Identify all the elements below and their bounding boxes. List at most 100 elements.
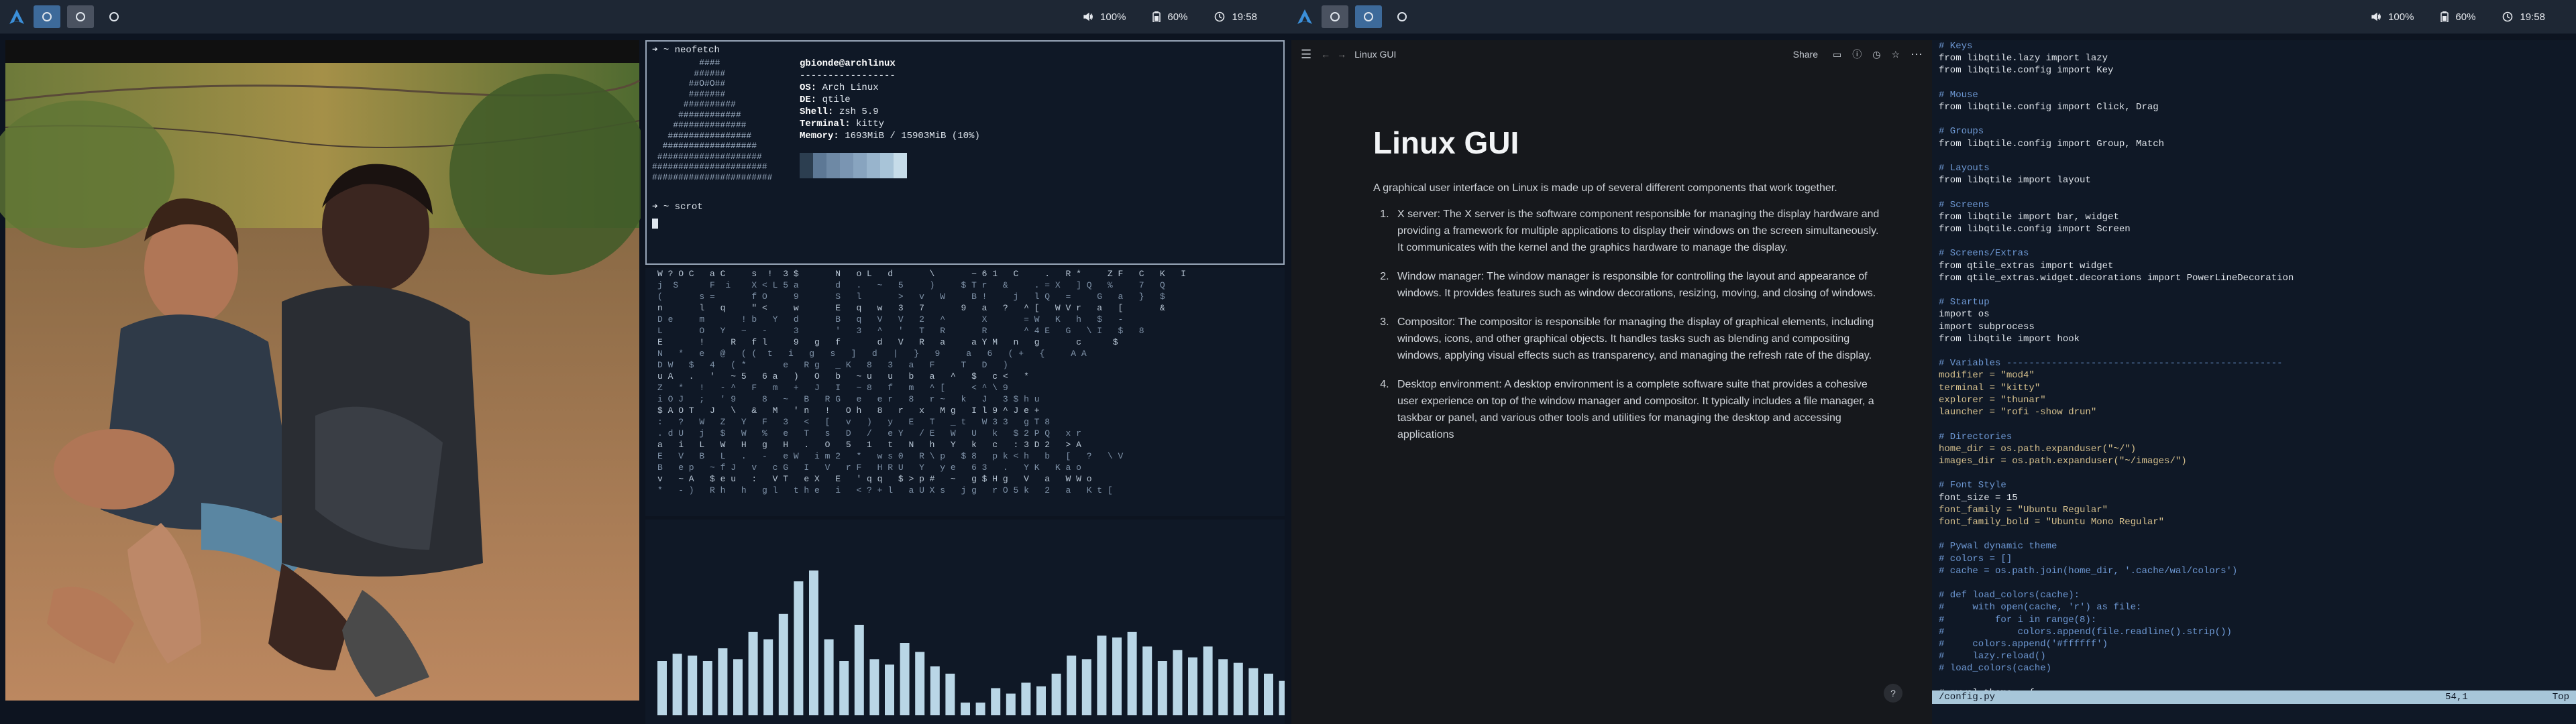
- workspace-1-button[interactable]: [34, 5, 60, 28]
- terminal-window-neofetch[interactable]: ➜ ~ neofetch #### ###### ##O#O## #######…: [645, 40, 1285, 265]
- terminal-window-visualizer[interactable]: [645, 520, 1285, 724]
- code-line[interactable]: # Startup: [1939, 296, 2569, 308]
- code-line[interactable]: [1939, 113, 2569, 125]
- workspace-3-button[interactable]: [1389, 5, 1415, 28]
- favorite-star-icon[interactable]: ☆: [1891, 49, 1900, 60]
- code-line[interactable]: images_dir = os.path.expanduser("~/image…: [1939, 455, 2569, 467]
- visualizer-bar: [809, 570, 818, 715]
- code-line[interactable]: # Groups: [1939, 125, 2569, 137]
- note-title[interactable]: Linux GUI: [1373, 125, 1882, 161]
- workspace-1-button[interactable]: [1322, 5, 1348, 28]
- forward-arrow-icon[interactable]: →: [1337, 49, 1346, 60]
- workspace-2-button[interactable]: [67, 5, 94, 28]
- code-line[interactable]: [1939, 235, 2569, 247]
- code-line[interactable]: [1939, 77, 2569, 89]
- code-line[interactable]: # load_colors(cache): [1939, 662, 2569, 674]
- code-line[interactable]: [1939, 418, 2569, 430]
- code-line[interactable]: # lazy.reload(): [1939, 650, 2569, 662]
- list-item[interactable]: Compositor: The compositor is responsibl…: [1392, 314, 1882, 364]
- code-line[interactable]: # Pywal dynamic theme: [1939, 540, 2569, 552]
- comment-icon[interactable]: ▭: [1833, 49, 1841, 60]
- terminal-window-cmatrix[interactable]: W ? O C a C s ! 3 $ N o L d \ ~ 6 1 C . …: [645, 268, 1285, 516]
- workspace-3-button[interactable]: [101, 5, 127, 28]
- code-line[interactable]: from libqtile import layout: [1939, 174, 2569, 186]
- code-line[interactable]: # for i in range(8):: [1939, 614, 2569, 626]
- code-line[interactable]: import os: [1939, 308, 2569, 320]
- code-line[interactable]: explorer = "thunar": [1939, 394, 2569, 406]
- code-line[interactable]: from libqtile import hook: [1939, 333, 2569, 345]
- code-line[interactable]: from libqtile.config import Click, Drag: [1939, 101, 2569, 113]
- list-item[interactable]: Desktop environment: A desktop environme…: [1392, 376, 1882, 443]
- code-line[interactable]: from qtile_extras import widget: [1939, 260, 2569, 272]
- help-button[interactable]: ?: [1884, 684, 1902, 703]
- code-line[interactable]: from libqtile.config import Key: [1939, 64, 2569, 76]
- code-line[interactable]: [1939, 675, 2569, 687]
- code-line[interactable]: font_family = "Ubuntu Regular": [1939, 504, 2569, 516]
- code-line[interactable]: home_dir = os.path.expanduser("~/"): [1939, 443, 2569, 455]
- code-line[interactable]: # Screens: [1939, 199, 2569, 211]
- battery-widget[interactable]: 60%: [2440, 11, 2475, 23]
- code-line[interactable]: [1939, 467, 2569, 479]
- code-line[interactable]: # Directories: [1939, 431, 2569, 443]
- code-line[interactable]: # Variables ----------------------------…: [1939, 357, 2569, 369]
- code-line[interactable]: # with open(cache, 'r') as file:: [1939, 601, 2569, 613]
- note-list: X server: The X server is the software c…: [1373, 206, 1882, 443]
- share-button[interactable]: Share: [1793, 49, 1818, 60]
- code-line[interactable]: # Mouse: [1939, 89, 2569, 101]
- code-line[interactable]: # colors.append('#ffffff'): [1939, 638, 2569, 650]
- code-line[interactable]: terminal = "kitty": [1939, 382, 2569, 394]
- code-line[interactable]: # Font Style: [1939, 479, 2569, 491]
- code-line[interactable]: [1939, 528, 2569, 540]
- more-options-icon[interactable]: ⋯: [1911, 48, 1923, 62]
- volume-widget[interactable]: 100%: [1083, 11, 1126, 23]
- code-line[interactable]: launcher = "rofi -show drun": [1939, 406, 2569, 418]
- code-line[interactable]: from qtile_extras.widget.decorations imp…: [1939, 272, 2569, 284]
- workspace-2-button[interactable]: [1355, 5, 1382, 28]
- code-line[interactable]: [1939, 284, 2569, 296]
- code-line[interactable]: import subprocess: [1939, 321, 2569, 333]
- clock-history-icon[interactable]: ◷: [1872, 49, 1880, 60]
- code-line[interactable]: font_family_bold = "Ubuntu Mono Regular": [1939, 516, 2569, 528]
- visualizer-bar: [1081, 659, 1091, 715]
- code-editor-window[interactable]: # Keys from libqtile.lazy import lazy from…: [1932, 40, 2576, 707]
- visualizer-bar: [900, 643, 910, 715]
- code-line[interactable]: # colors = []: [1939, 553, 2569, 565]
- code-line[interactable]: from libqtile import bar, widget: [1939, 211, 2569, 223]
- code-line[interactable]: from libqtile.lazy import lazy: [1939, 52, 2569, 64]
- status-filename: /config.py: [1939, 692, 1996, 703]
- code-line[interactable]: [1939, 186, 2569, 198]
- code-line[interactable]: from libqtile.config import Screen: [1939, 223, 2569, 235]
- code-line[interactable]: # def load_colors(cache):: [1939, 589, 2569, 601]
- clock-widget[interactable]: 19:58: [1214, 11, 1257, 23]
- code-line[interactable]: # colors.append(file.readline().strip()): [1939, 626, 2569, 638]
- code-line[interactable]: # Layouts: [1939, 162, 2569, 174]
- visualizer-bar: [748, 631, 758, 715]
- menu-icon[interactable]: ☰: [1301, 48, 1311, 62]
- visualizer-bar: [1218, 659, 1228, 715]
- code-line[interactable]: # cache = os.path.join(home_dir, '.cache…: [1939, 565, 2569, 577]
- clock-widget[interactable]: 19:58: [2502, 11, 2545, 23]
- arch-logo-icon[interactable]: [0, 0, 34, 34]
- back-arrow-icon[interactable]: ←: [1321, 49, 1330, 60]
- arch-logo-icon[interactable]: [1288, 0, 1322, 34]
- matrix-line: B e p ~ f J v c G I V r F H R U Y y e 6 …: [657, 463, 1081, 473]
- code-line[interactable]: [1939, 345, 2569, 357]
- code-line[interactable]: [1939, 150, 2569, 162]
- list-item[interactable]: Window manager: The window manager is re…: [1392, 268, 1882, 302]
- notes-app-window[interactable]: ☰ ← → Linux GUI Share ▭ ⓘ ◷ ☆ ⋯ Linux GU…: [1291, 40, 1932, 724]
- note-intro[interactable]: A graphical user interface on Linux is m…: [1373, 180, 1882, 196]
- list-item[interactable]: X server: The X server is the software c…: [1392, 206, 1882, 256]
- visualizer-bar: [1127, 631, 1137, 715]
- info-icon[interactable]: ⓘ: [1852, 48, 1862, 61]
- battery-widget[interactable]: 60%: [1152, 11, 1187, 23]
- code-line[interactable]: font_size = 15: [1939, 492, 2569, 504]
- note-breadcrumb[interactable]: Linux GUI: [1354, 49, 1396, 60]
- image-viewer-window[interactable]: [0, 40, 641, 724]
- code-line[interactable]: from libqtile.config import Group, Match: [1939, 138, 2569, 150]
- volume-widget[interactable]: 100%: [2371, 11, 2414, 23]
- code-line[interactable]: # Keys: [1939, 40, 2569, 52]
- visualizer-bar: [794, 581, 804, 715]
- code-line[interactable]: # Screens/Extras: [1939, 247, 2569, 259]
- code-line[interactable]: modifier = "mod4": [1939, 369, 2569, 381]
- code-line[interactable]: [1939, 577, 2569, 589]
